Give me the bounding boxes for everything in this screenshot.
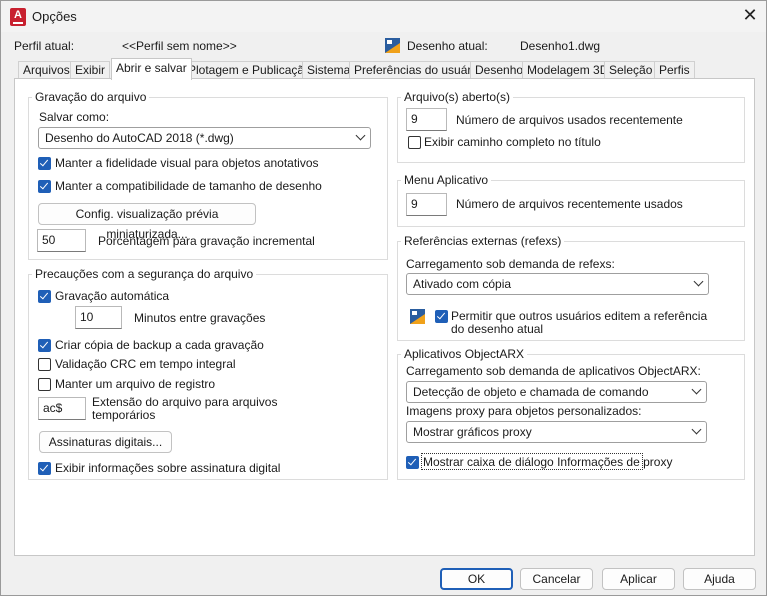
tab-desenho[interactable]: Desenho [470,61,529,79]
refexs-carregamento-select[interactable]: Ativado com cópia [406,273,709,295]
help-button[interactable]: Ajuda [683,568,756,590]
abertos-numero-label: Número de arquivos usados recentemente [456,113,683,127]
cancel-button[interactable]: Cancelar [520,568,593,590]
chevron-down-icon [691,424,702,435]
crc-label: Validação CRC em tempo integral [55,357,236,371]
permitir-label-1: Permitir que outros usuários editem a re… [451,309,708,323]
gravacao-title: Gravação do arquivo [32,90,150,104]
chevron-down-icon [355,130,366,141]
extensao-input[interactable]: ac$ [38,397,86,420]
menu-app-numero-label: Número de arquivos recentemente usados [456,197,683,211]
objectarx-carregamento-value: Detecção de objeto e chamada de comando [413,385,649,399]
exibir-assinatura-checkbox[interactable] [38,462,51,475]
salvar-como-value: Desenho do AutoCAD 2018 (*.dwg) [45,131,234,145]
tab-modelagem-3d[interactable]: Modelagem 3D [522,61,614,79]
desenho-value: Desenho1.dwg [520,39,601,53]
perfil-value: <<Perfil sem nome>> [122,39,237,53]
tab-plotagem[interactable]: Plotagem e Publicação [183,61,316,79]
gravacao-automatica-label: Gravação automática [55,289,170,303]
mostrar-caixa-checkbox[interactable] [406,456,419,469]
menu-app-numero-input[interactable]: 9 [406,193,447,216]
chevron-down-icon [693,276,704,287]
proxy-value: Mostrar gráficos proxy [413,425,532,439]
autocad-icon: A [10,8,26,26]
caminho-checkbox[interactable] [408,136,421,149]
fidelidade-label: Manter a fidelidade visual para objetos … [55,156,319,170]
registro-label: Manter um arquivo de registro [55,377,216,391]
objectarx-carregamento-select[interactable]: Detecção de objeto e chamada de comando [406,381,707,403]
backup-checkbox[interactable] [38,339,51,352]
objectarx-carregamento-label: Carregamento sob demanda de aplicativos … [406,364,701,378]
refexs-carregamento-value: Ativado com cópia [413,277,512,291]
ok-button[interactable]: OK [440,568,513,590]
caminho-label: Exibir caminho completo no título [424,135,601,149]
drawing-file-icon [410,309,425,324]
permitir-checkbox[interactable] [435,310,448,323]
desenho-label: Desenho atual: [407,39,488,53]
tab-exibir[interactable]: Exibir [70,61,111,79]
porcentagem-input[interactable]: 50 [37,229,86,252]
menu-app-title: Menu Aplicativo [401,173,492,187]
porcentagem-label: Porcentagem para gravação incremental [98,234,315,248]
crc-checkbox[interactable] [38,358,51,371]
abertos-title: Arquivo(s) aberto(s) [401,90,514,104]
tab-sistema[interactable]: Sistema [302,61,356,79]
salvar-como-select[interactable]: Desenho do AutoCAD 2018 (*.dwg) [38,127,371,149]
abertos-group [397,97,745,163]
abertos-numero-input[interactable]: 9 [406,108,447,131]
chevron-down-icon [691,384,702,395]
mostrar-caixa-label: Mostrar caixa de diálogo Informações de … [423,455,673,469]
compatibilidade-label: Manter a compatibilidade de tamanho de d… [55,179,322,193]
tab-abrir-e-salvar[interactable]: Abrir e salvar [111,58,192,80]
tab-arquivos[interactable]: Arquivos [18,61,75,79]
close-icon[interactable]: ✕ [736,3,764,29]
minutos-label: Minutos entre gravações [134,311,266,325]
fidelidade-checkbox[interactable] [38,157,51,170]
apply-button[interactable]: Aplicar [602,568,675,590]
proxy-select[interactable]: Mostrar gráficos proxy [406,421,707,443]
gravacao-automatica-checkbox[interactable] [38,290,51,303]
perfil-label: Perfil atual: [14,39,75,53]
minutos-input[interactable]: 10 [75,306,122,329]
extensao-label-2: temporários [92,408,156,422]
compatibilidade-checkbox[interactable] [38,180,51,193]
precaucoes-title: Precauções com a segurança do arquivo [32,267,257,281]
drawing-file-icon [385,38,400,53]
assinaturas-button[interactable]: Assinaturas digitais... [39,431,172,453]
tab-selecao[interactable]: Seleção [604,61,658,79]
tab-perfis[interactable]: Perfis [654,61,695,79]
salvar-como-label: Salvar como: [39,110,110,124]
tab-preferencias[interactable]: Preferências do usuário [349,61,486,79]
registro-checkbox[interactable] [38,378,51,391]
config-preview-button[interactable]: Config. visualização prévia miniaturizad… [38,203,256,241]
permitir-label-2: do desenho atual [451,322,544,336]
refexs-carregamento-label: Carregamento sob demanda de refexs: [406,257,615,271]
window-title: Opções [32,9,77,24]
title-bar: A Opções ✕ [1,1,766,32]
exibir-assinatura-label: Exibir informações sobre assinatura digi… [55,461,281,475]
backup-label: Criar cópia de backup a cada gravação [55,338,264,352]
proxy-label: Imagens proxy para objetos personalizado… [406,404,642,418]
objectarx-title: Aplicativos ObjectARX [401,347,528,361]
refexs-title: Referências externas (refexs) [401,234,565,248]
extensao-label-1: Extensão do arquivo para arquivos [92,395,278,409]
options-dialog: A Opções ✕ Perfil atual: <<Perfil sem no… [0,0,767,596]
